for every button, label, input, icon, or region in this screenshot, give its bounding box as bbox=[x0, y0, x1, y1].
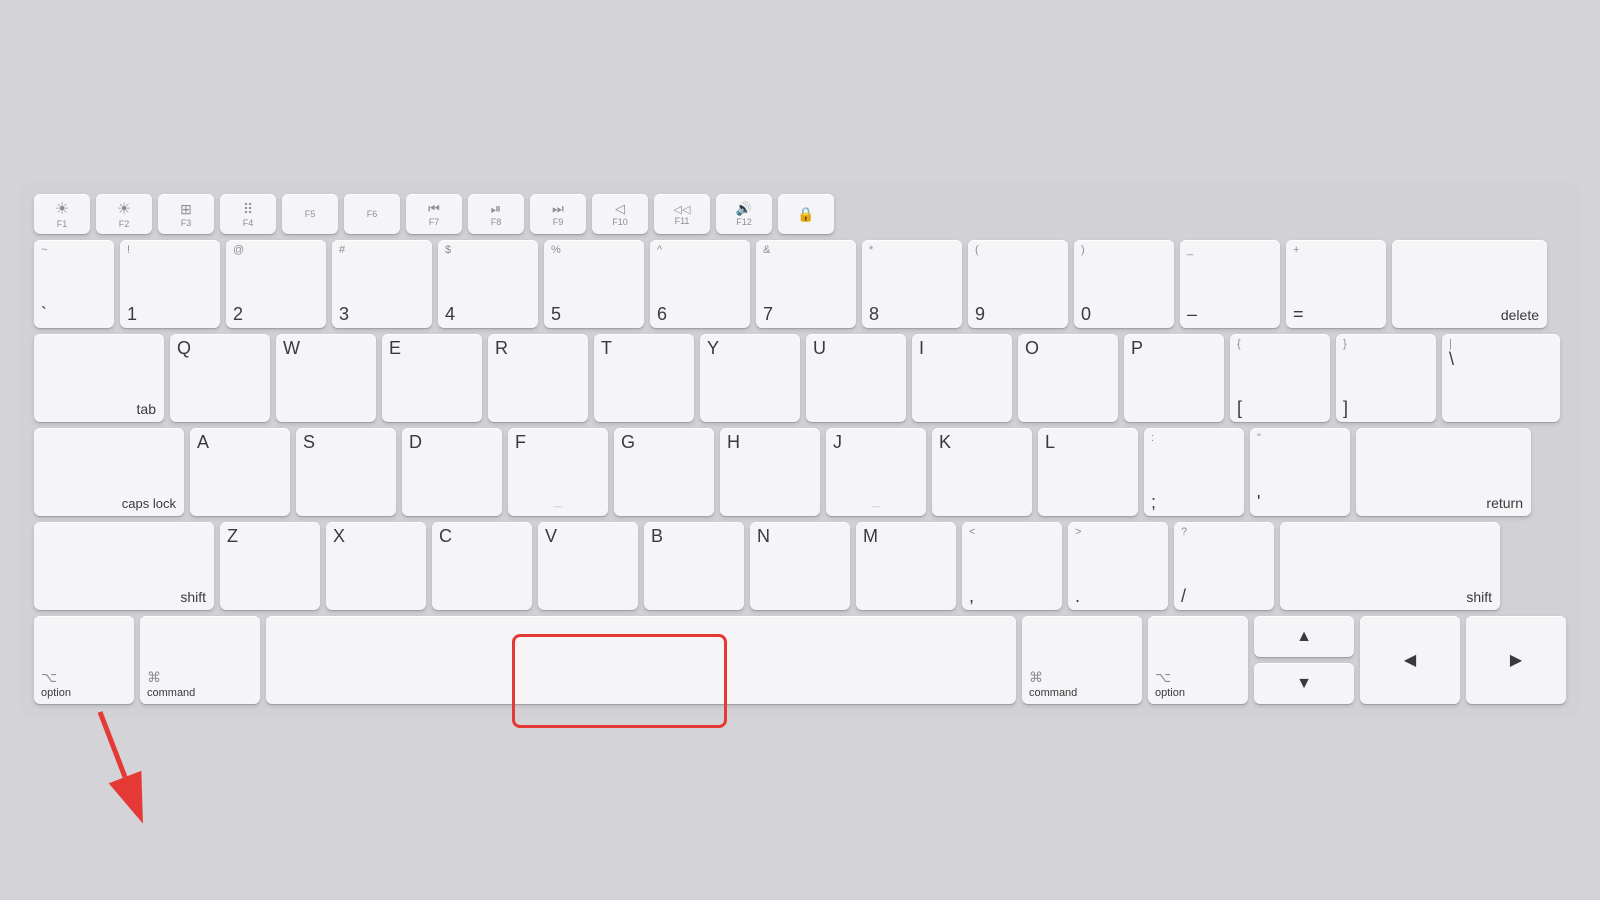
key-g[interactable]: G bbox=[614, 428, 714, 516]
key-o[interactable]: O bbox=[1018, 334, 1118, 422]
key-f7[interactable]: ⏮ F7 bbox=[406, 194, 462, 234]
key-comma[interactable]: < , bbox=[962, 522, 1062, 610]
key-slash[interactable]: ? / bbox=[1174, 522, 1274, 610]
key-minus[interactable]: _ – bbox=[1180, 240, 1280, 328]
key-i[interactable]: I bbox=[912, 334, 1012, 422]
key-c[interactable]: C bbox=[432, 522, 532, 610]
key-f8[interactable]: ⏯ F8 bbox=[468, 194, 524, 234]
qwerty-row: tab Q W E R T Y U I O P bbox=[34, 334, 1566, 422]
key-n[interactable]: N bbox=[750, 522, 850, 610]
key-w[interactable]: W bbox=[276, 334, 376, 422]
key-caps[interactable]: caps lock bbox=[34, 428, 184, 516]
key-command-right[interactable]: ⌘ command bbox=[1022, 616, 1142, 704]
key-t[interactable]: T bbox=[594, 334, 694, 422]
key-tab[interactable]: tab bbox=[34, 334, 164, 422]
fn-row: ☀ F1 ☀ F2 ⊞ F3 ⠿ F4 F5 F6 ⏮ F7 ⏯ F8 bbox=[34, 194, 1566, 234]
key-semicolon[interactable]: : ; bbox=[1144, 428, 1244, 516]
key-s[interactable]: S bbox=[296, 428, 396, 516]
key-f1[interactable]: ☀ F1 bbox=[34, 194, 90, 234]
key-9[interactable]: ( 9 bbox=[968, 240, 1068, 328]
key-f12[interactable]: 🔊 F12 bbox=[716, 194, 772, 234]
key-f11[interactable]: ◁◁ F11 bbox=[654, 194, 710, 234]
key-8[interactable]: * 8 bbox=[862, 240, 962, 328]
key-y[interactable]: Y bbox=[700, 334, 800, 422]
key-option-left[interactable]: ⌥ option bbox=[34, 616, 134, 704]
key-a[interactable]: A bbox=[190, 428, 290, 516]
key-return[interactable]: return bbox=[1356, 428, 1531, 516]
key-4[interactable]: $ 4 bbox=[438, 240, 538, 328]
key-f2[interactable]: ☀ F2 bbox=[96, 194, 152, 234]
key-z[interactable]: Z bbox=[220, 522, 320, 610]
key-x[interactable]: X bbox=[326, 522, 426, 610]
key-command-left[interactable]: ⌘ command bbox=[140, 616, 260, 704]
key-f5[interactable]: F5 bbox=[282, 194, 338, 234]
key-q[interactable]: Q bbox=[170, 334, 270, 422]
key-u[interactable]: U bbox=[806, 334, 906, 422]
number-row: ~ ` ! 1 @ 2 # 3 $ 4 % 5 ^ 6 & 7 bbox=[34, 240, 1566, 328]
key-p[interactable]: P bbox=[1124, 334, 1224, 422]
key-d[interactable]: D bbox=[402, 428, 502, 516]
key-f3[interactable]: ⊞ F3 bbox=[158, 194, 214, 234]
key-3[interactable]: # 3 bbox=[332, 240, 432, 328]
arrow-indicator bbox=[80, 702, 200, 822]
key-delete[interactable]: delete bbox=[1392, 240, 1547, 328]
key-5[interactable]: % 5 bbox=[544, 240, 644, 328]
key-shift-left[interactable]: shift bbox=[34, 522, 214, 610]
asdf-row: caps lock A S D F — G H J — K L bbox=[34, 428, 1566, 516]
key-l[interactable]: L bbox=[1038, 428, 1138, 516]
key-option-right[interactable]: ⌥ option bbox=[1148, 616, 1248, 704]
key-e[interactable]: E bbox=[382, 334, 482, 422]
key-arrow-left[interactable]: ◀ bbox=[1360, 616, 1460, 704]
key-rbracket[interactable]: } ] bbox=[1336, 334, 1436, 422]
key-period[interactable]: > . bbox=[1068, 522, 1168, 610]
key-f10[interactable]: ◁ F10 bbox=[592, 194, 648, 234]
key-v[interactable]: V bbox=[538, 522, 638, 610]
key-j[interactable]: J — bbox=[826, 428, 926, 516]
key-backslash[interactable]: | \ bbox=[1442, 334, 1560, 422]
key-equals[interactable]: + = bbox=[1286, 240, 1386, 328]
key-6[interactable]: ^ 6 bbox=[650, 240, 750, 328]
key-grave[interactable]: ~ ` bbox=[34, 240, 114, 328]
keyboard: ☀ F1 ☀ F2 ⊞ F3 ⠿ F4 F5 F6 ⏮ F7 ⏯ F8 bbox=[20, 182, 1580, 718]
zxcv-row: shift Z X C V B N M < , > . bbox=[34, 522, 1566, 610]
key-7[interactable]: & 7 bbox=[756, 240, 856, 328]
key-0[interactable]: ) 0 bbox=[1074, 240, 1174, 328]
key-space[interactable] bbox=[266, 616, 1016, 704]
bottom-row: ⌥ option ⌘ command ⌘ command ⌥ option bbox=[34, 616, 1566, 704]
key-quote[interactable]: " ' bbox=[1250, 428, 1350, 516]
key-f9[interactable]: ⏭ F9 bbox=[530, 194, 586, 234]
key-arrow-down[interactable]: ▼ bbox=[1254, 663, 1354, 704]
key-m[interactable]: M bbox=[856, 522, 956, 610]
key-f4[interactable]: ⠿ F4 bbox=[220, 194, 276, 234]
key-2[interactable]: @ 2 bbox=[226, 240, 326, 328]
key-arrow-up[interactable]: ▲ bbox=[1254, 616, 1354, 657]
arrow-ud-container: ▲ ▼ bbox=[1254, 616, 1354, 704]
key-f[interactable]: F — bbox=[508, 428, 608, 516]
key-lbracket[interactable]: { [ bbox=[1230, 334, 1330, 422]
key-r[interactable]: R bbox=[488, 334, 588, 422]
key-k[interactable]: K bbox=[932, 428, 1032, 516]
key-power[interactable]: 🔒 bbox=[778, 194, 834, 234]
key-shift-right[interactable]: shift bbox=[1280, 522, 1500, 610]
key-b[interactable]: B bbox=[644, 522, 744, 610]
key-arrow-right[interactable]: ▶ bbox=[1466, 616, 1566, 704]
key-h[interactable]: H bbox=[720, 428, 820, 516]
key-f6[interactable]: F6 bbox=[344, 194, 400, 234]
key-1[interactable]: ! 1 bbox=[120, 240, 220, 328]
